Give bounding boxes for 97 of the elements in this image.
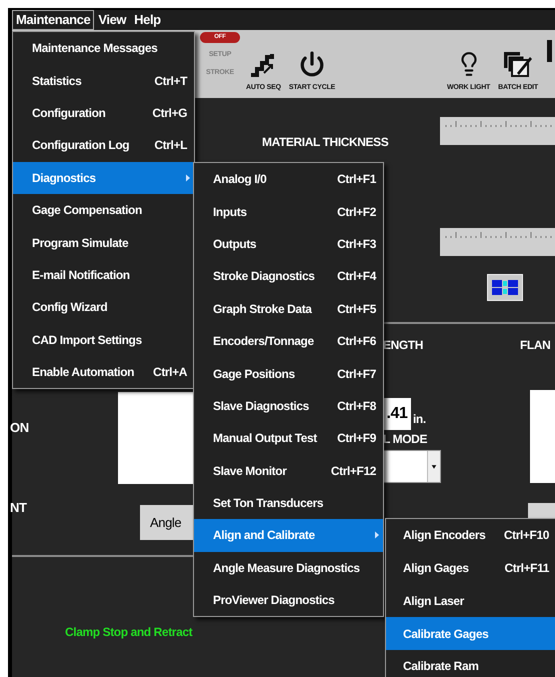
menu-item-label: E-mail Notification [32,266,130,284]
shortcut-text: Ctrl+F11 [504,560,549,578]
shortcut-text: Ctrl+F12 [330,462,376,480]
status-message: Clamp Stop and Retract [65,624,192,641]
text-area-field[interactable] [530,390,555,483]
menu-item-label: Diagnostics [32,170,96,187]
menu-item[interactable]: Slave Monitor Ctrl+F12 [194,454,383,487]
shortcut-text: Ctrl+A [153,364,187,382]
stairs-arrow-icon [250,52,276,76]
menu-item[interactable]: Configuration Log Ctrl+L [13,129,194,162]
shortcut-text: Ctrl+F3 [337,236,376,253]
menu-item-label: Config Wizard [32,299,108,316]
stacked-pages-pencil-icon [503,50,534,76]
shortcut-text: Ctrl+F7 [337,366,376,383]
menu-item-label: ProViewer Diagnostics [213,592,334,610]
menu-item[interactable]: Manual Output Test Ctrl+F9 [194,422,383,455]
menu-item[interactable]: Angle Measure Diagnostics [194,552,383,584]
menu-item-label: Angle Measure Diagnostics [213,560,360,577]
length-input[interactable]: .41 [383,398,411,430]
menu-item[interactable]: Statistics Ctrl+T [13,64,194,97]
menu-item-label: Encoders/Tonnage [213,333,314,350]
field-label: ENGTH [383,337,424,354]
shortcut-text: Ctrl+F1 [337,171,376,188]
menu-item[interactable]: Analog I/0 Ctrl+F1 [194,163,383,196]
menu-item-label: Stroke Diagnostics [213,268,314,286]
menu-item-label: CAD Import Settings [32,332,142,349]
menu-item[interactable]: Align and Calibrate [194,519,383,552]
menu-item-label: Analog I/0 [213,171,266,188]
menu-item[interactable]: Encoders/Tonnage Ctrl+F6 [194,324,383,358]
submenu-arrow-icon [375,532,379,539]
menu-bar-item[interactable]: View [94,10,130,30]
shortcut-text: Ctrl+F9 [337,430,376,448]
menu-item-label: Graph Stroke Data [213,300,312,318]
menu-item[interactable]: CAD Import Settings [13,324,194,356]
submenu-arrow-icon [186,174,190,182]
menu-item[interactable]: Configuration Ctrl+G [13,96,194,130]
menu-item-label: Align and Calibrate [213,527,315,544]
field-label: NT [10,499,27,517]
menu-item-label: Inputs [213,204,247,221]
menu-item-label: Maintenance Messages [32,40,158,58]
menu-item-label: Program Simulate [32,234,128,252]
menu-item-label: Configuration Log [32,137,130,154]
menu-item-label: Calibrate Ram [403,658,478,676]
menu-item[interactable]: Graph Stroke Data Ctrl+F5 [194,292,383,325]
shortcut-text: Ctrl+T [154,72,187,90]
menu-item[interactable]: Maintenance Messages [13,32,194,64]
menu-item[interactable]: Config Wizard [13,291,194,324]
menu-item-label: Configuration [32,104,106,122]
menu-item[interactable]: Gage Compensation [13,194,194,226]
grid-icon [492,280,518,295]
menu-item-label: Align Laser [403,592,464,610]
menu-item-label: Statistics [32,72,82,90]
shortcut-text: Ctrl+F4 [337,268,376,286]
shortcut-text: Ctrl+F8 [337,398,376,415]
section-title: MATERIAL THICKNESS [262,134,388,151]
menu-item[interactable]: Stroke Diagnostics Ctrl+F4 [194,260,383,293]
menu-item[interactable]: Align Gages Ctrl+F11 [386,552,555,584]
field-label: ON [10,419,29,437]
shortcut-text: Ctrl+F2 [337,204,376,221]
menu-item-label: Slave Monitor [213,462,286,480]
shortcut-text: Ctrl+F5 [337,300,376,318]
menu-item[interactable]: Outputs Ctrl+F3 [194,228,383,260]
unit-label: in. [413,411,426,428]
field-label: L MODE [383,431,428,448]
menu-item[interactable]: ProViewer Diagnostics [194,584,383,616]
menu-item[interactable]: Gage Positions Ctrl+F7 [194,357,383,390]
shortcut-text: Ctrl+F6 [337,333,376,350]
menu-item[interactable]: Align Laser [386,584,555,618]
field-label: FLAN [520,337,550,354]
menu-item-label: Gage Compensation [32,202,142,220]
menu-item[interactable]: Calibrate Gages [386,617,555,650]
menu-item[interactable]: Inputs Ctrl+F2 [194,195,383,228]
menu-item-label: Calibrate Gages [403,626,488,643]
mode-dropdown[interactable] [383,450,441,483]
menu-bar-item[interactable]: Help [130,10,165,30]
power-icon [298,50,325,76]
menu-item-label: Slave Diagnostics [213,398,309,415]
shortcut-text: Ctrl+L [154,137,187,154]
menu-item[interactable]: Program Simulate [13,226,194,259]
menu-item[interactable]: Diagnostics [13,162,194,194]
menu-item[interactable]: Slave Diagnostics Ctrl+F8 [194,390,383,422]
menu-item-label: Align Encoders [403,527,486,544]
menu-item-label: Manual Output Test [213,430,317,448]
menu-item-label: Outputs [213,236,256,253]
dropdown-caret-icon [427,451,440,482]
layout-grid-button[interactable] [487,274,523,301]
menu-item[interactable]: Calibrate Ram [386,650,555,677]
shortcut-text: Ctrl+F10 [504,527,549,544]
menu-item[interactable]: E-mail Notification [13,258,194,292]
menu-item-label: Enable Automation [32,364,134,382]
menu-item[interactable]: Align Encoders Ctrl+F10 [386,519,555,552]
shortcut-text: Ctrl+G [152,104,187,122]
menu-item-label: Align Gages [403,560,469,578]
menu-bar-item[interactable]: Maintenance [12,10,94,30]
menu-item-label: Set Ton Transducers [213,495,324,512]
menu-item-label: Gage Positions [213,366,295,383]
menu-item[interactable]: Enable Automation Ctrl+A [13,356,194,388]
